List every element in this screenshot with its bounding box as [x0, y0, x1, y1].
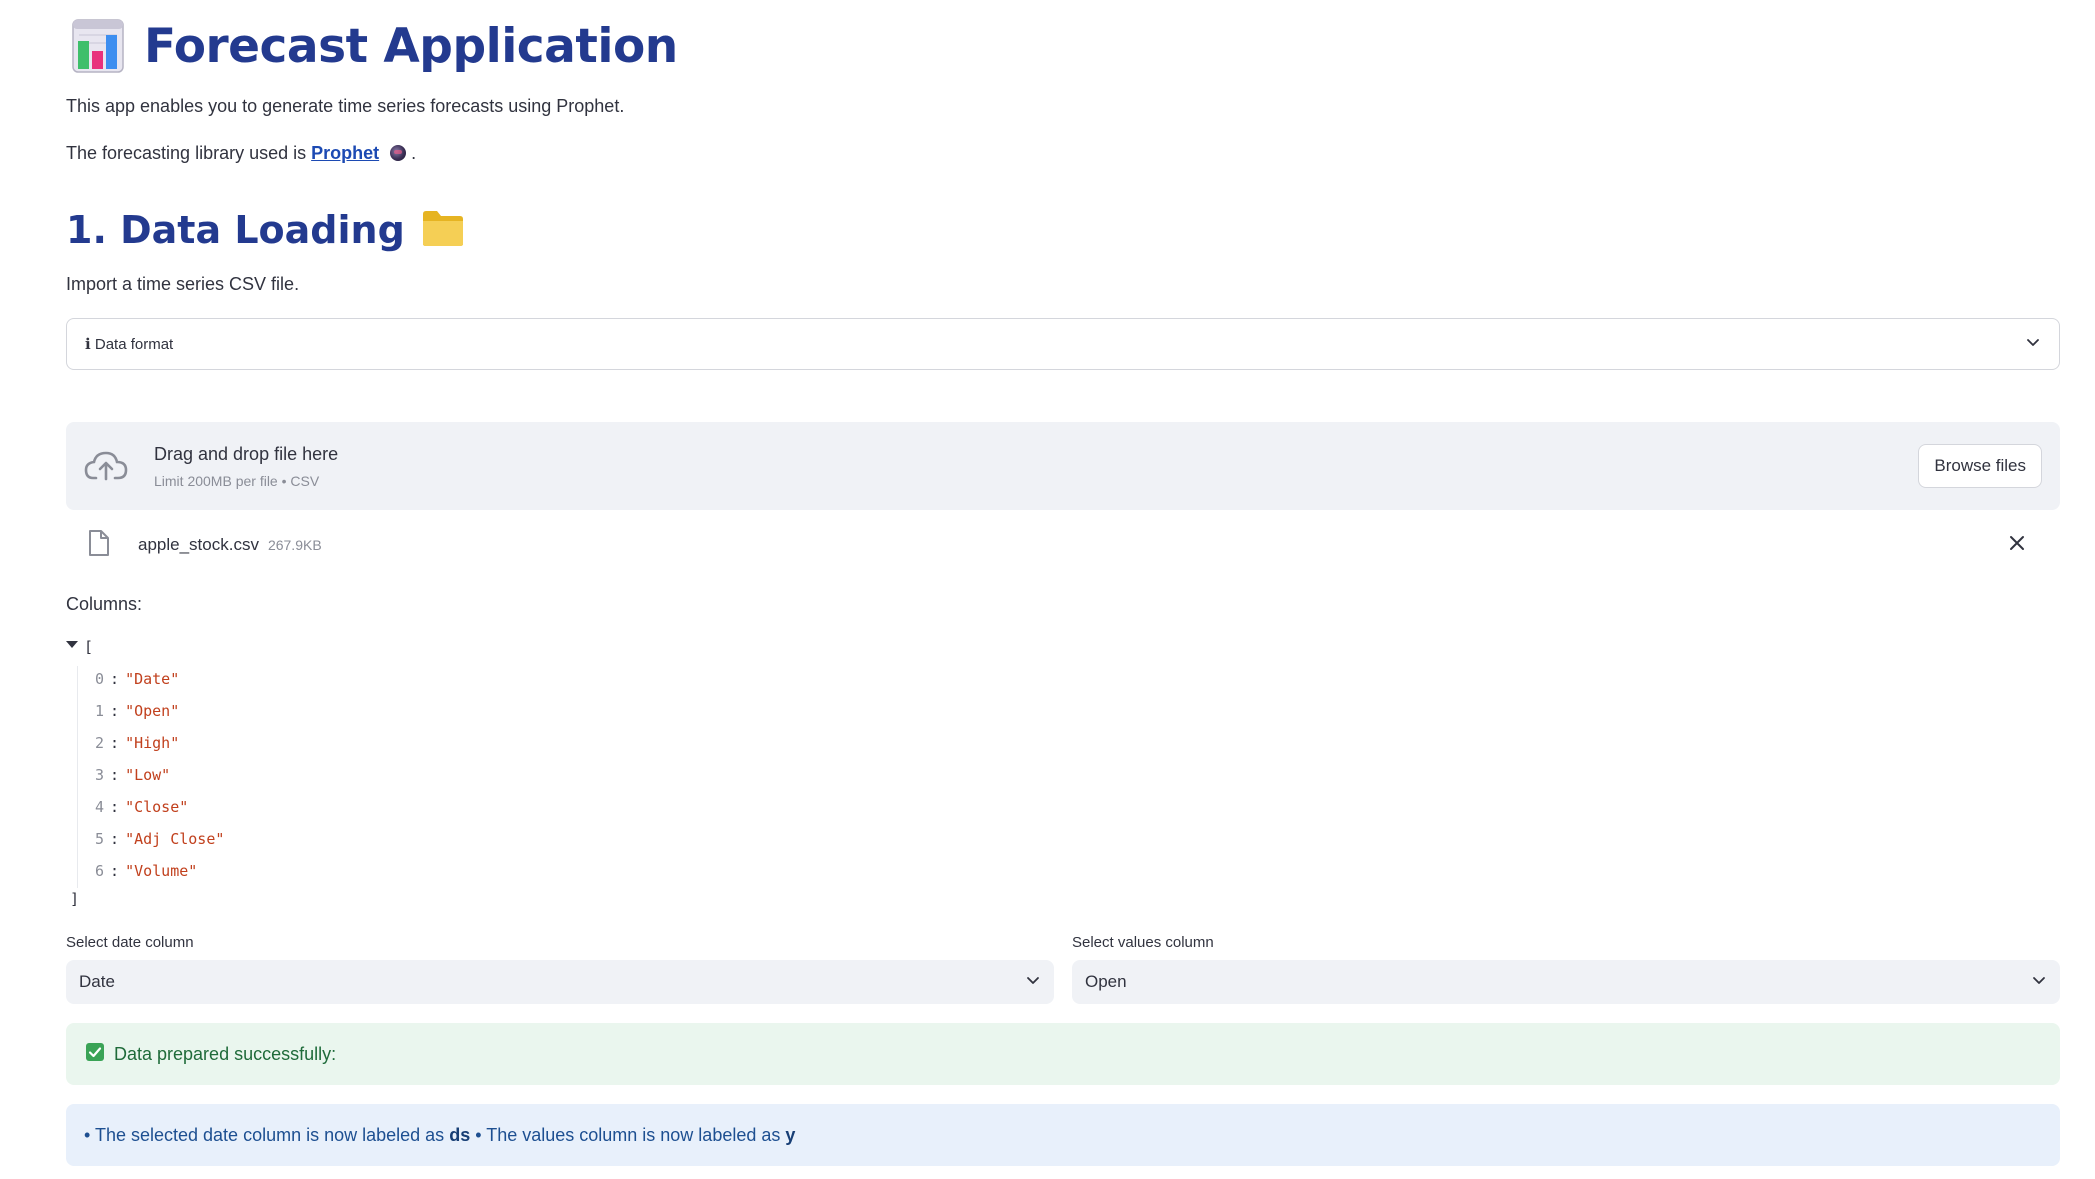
- json-open-bracket: [: [84, 638, 94, 656]
- date-column-value: Date: [79, 972, 115, 991]
- uploaded-file-row: apple_stock.csv 267.9KB: [88, 529, 2048, 562]
- json-item: 3: "Low": [95, 766, 171, 784]
- file-icon: [88, 529, 110, 562]
- values-column-select[interactable]: Open: [1072, 960, 2060, 1004]
- json-item: 2: "High": [95, 734, 180, 752]
- json-item: 0: "Date": [95, 670, 180, 688]
- success-alert: Data prepared successfully:: [66, 1023, 2060, 1085]
- values-column-value: Open: [1085, 972, 1127, 991]
- json-item: 6: "Volume": [95, 862, 198, 880]
- values-column-label: Select values column: [1072, 934, 1214, 951]
- success-message: Data prepared successfully:: [114, 1043, 337, 1064]
- upload-limit-text: Limit 200MB per file • CSV: [154, 472, 320, 489]
- check-box-icon: [86, 1042, 104, 1066]
- json-close-bracket: ]: [70, 890, 80, 908]
- date-column-select[interactable]: Date: [66, 960, 1054, 1004]
- file-name: apple_stock.csv: [138, 535, 259, 554]
- chevron-down-icon: [2025, 334, 2041, 355]
- drop-instructions: Drag and drop file here: [154, 443, 339, 464]
- columns-label: Columns:: [66, 594, 143, 614]
- browse-files-button[interactable]: Browse files: [1918, 444, 2042, 488]
- import-instruction: Import a time series CSV file.: [66, 274, 300, 294]
- prophet-link[interactable]: Prophet: [311, 143, 379, 163]
- json-item: 4: "Close": [95, 798, 189, 816]
- expander-label: ℹ Data format: [85, 336, 174, 353]
- page-title: Forecast Application: [144, 18, 678, 74]
- date-column-label: Select date column: [66, 934, 194, 951]
- data-format-expander[interactable]: ℹ Data format: [66, 318, 2060, 370]
- app-description: This app enables you to generate time se…: [66, 96, 625, 116]
- remove-file-close-icon[interactable]: [2008, 534, 2026, 557]
- section-title: 1. Data Loading: [66, 208, 405, 252]
- y-label: y: [785, 1124, 796, 1145]
- json-toggle[interactable]: [: [66, 638, 93, 656]
- chevron-down-icon: [2031, 972, 2047, 993]
- info-text-date: • The selected date column is now labele…: [84, 1124, 445, 1145]
- file-size: 267.9KB: [267, 537, 322, 553]
- caret-down-icon: [66, 640, 78, 648]
- page-header: Forecast Application: [72, 16, 678, 76]
- info-alert: • The selected date column is now labele…: [66, 1104, 2060, 1166]
- data-loading-header: 1. Data Loading: [66, 200, 465, 260]
- ds-label: ds: [449, 1124, 471, 1145]
- json-item: 1: "Open": [95, 702, 180, 720]
- app-page: Forecast Application This app enables yo…: [0, 0, 2095, 1179]
- prophet-logo-icon: [390, 145, 407, 161]
- file-uploader-dropzone[interactable]: Drag and drop file here Limit 200MB per …: [66, 422, 2060, 510]
- json-indent-rail: [77, 666, 78, 888]
- folder-icon: [421, 208, 465, 253]
- library-note-prefix: The forecasting library used is: [66, 143, 307, 163]
- json-item: 5: "Adj Close": [95, 830, 225, 848]
- bar-chart-icon: [72, 19, 124, 73]
- chevron-down-icon: [1025, 972, 1041, 993]
- library-note-suffix: .: [411, 143, 417, 163]
- cloud-upload-icon: [84, 449, 128, 483]
- library-note: The forecasting library used is Prophet …: [66, 143, 416, 164]
- info-text-values: • The values column is now labeled as: [475, 1124, 781, 1145]
